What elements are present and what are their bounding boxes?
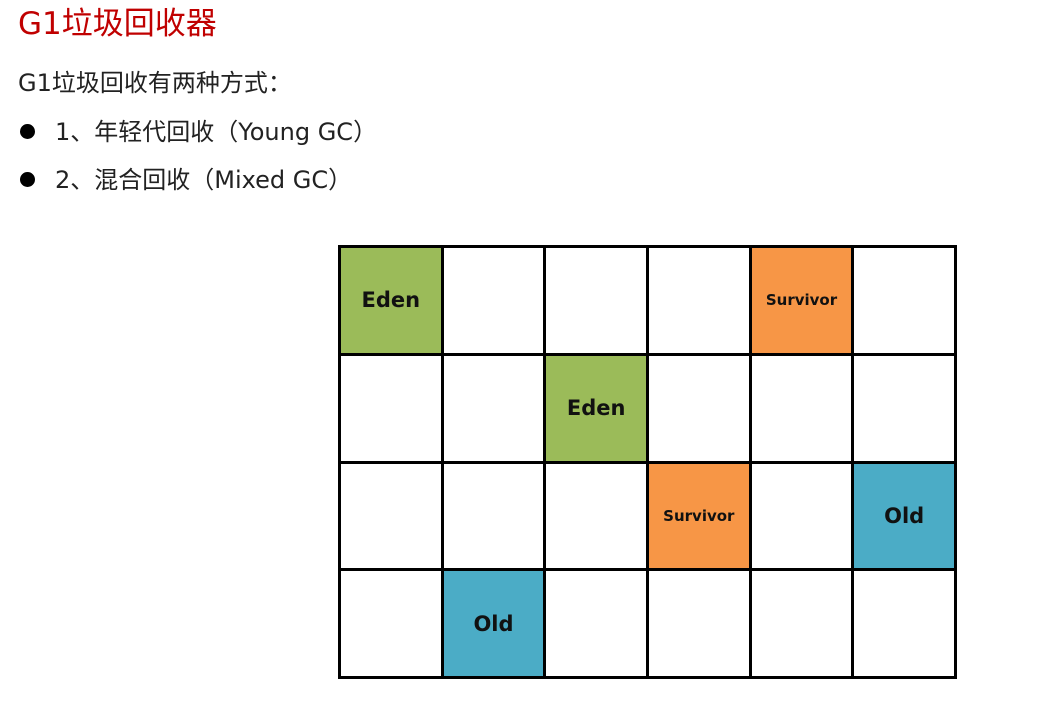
empty-region: [341, 463, 444, 572]
empty-region: [648, 571, 752, 679]
empty-region: [854, 571, 957, 679]
eden-region: Eden: [341, 248, 444, 356]
survivor-region: Survivor: [648, 463, 752, 572]
empty-region: [546, 463, 649, 572]
heap-region-grid: Eden Survivor Eden Survivor Old Old: [338, 245, 957, 679]
bullet-text: 1、年轻代回收（Young GC）: [55, 118, 378, 146]
empty-region: [751, 463, 855, 572]
bullet-item-young-gc: 1、年轻代回收（Young GC）: [18, 114, 377, 162]
page-title: G1垃圾回收器: [18, 6, 217, 42]
bullet-dot-icon: [20, 172, 35, 187]
old-region: Old: [854, 463, 957, 572]
empty-region: [648, 248, 752, 356]
empty-region: [443, 248, 547, 356]
bullet-dot-icon: [20, 124, 35, 139]
bullet-item-mixed-gc: 2、混合回收（Mixed GC）: [18, 162, 377, 210]
empty-region: [751, 355, 855, 464]
empty-region: [648, 355, 752, 464]
bullet-text: 2、混合回收（Mixed GC）: [55, 166, 353, 194]
old-region: Old: [443, 571, 547, 679]
bullet-list: 1、年轻代回收（Young GC） 2、混合回收（Mixed GC）: [18, 114, 377, 210]
empty-region: [546, 248, 649, 356]
intro-text: G1垃圾回收有两种方式：: [18, 69, 292, 97]
empty-region: [443, 355, 547, 464]
empty-region: [854, 248, 957, 356]
empty-region: [341, 355, 444, 464]
empty-region: [443, 463, 547, 572]
empty-region: [546, 571, 649, 679]
survivor-region: Survivor: [751, 248, 855, 356]
eden-region: Eden: [546, 355, 649, 464]
empty-region: [341, 571, 444, 679]
empty-region: [854, 355, 957, 464]
empty-region: [751, 571, 855, 679]
